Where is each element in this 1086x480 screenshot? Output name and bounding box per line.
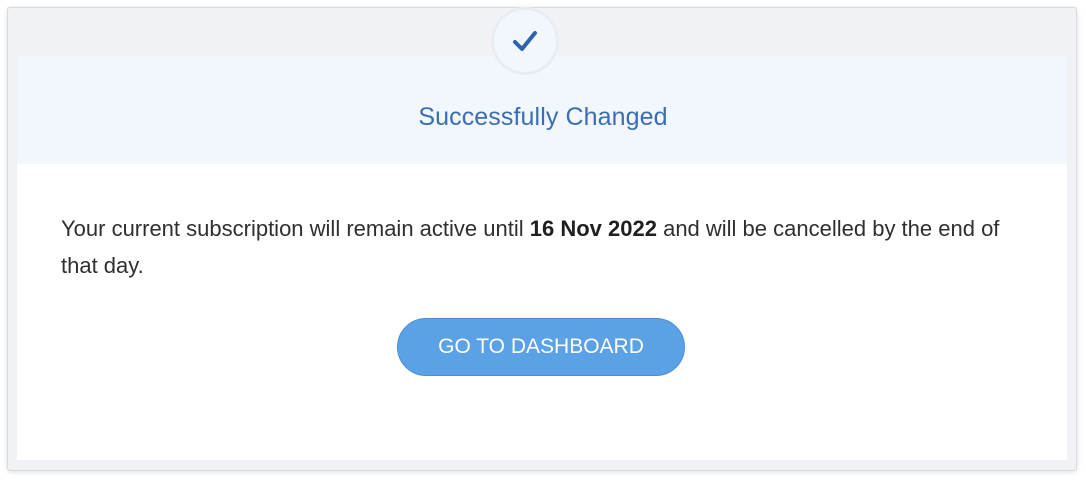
end-date: 16 Nov 2022 [529,216,657,241]
go-to-dashboard-button[interactable]: GO TO DASHBOARD [397,318,685,376]
dialog-title: Successfully Changed [418,103,668,131]
checkmark-icon [513,31,537,51]
success-badge [494,10,556,72]
subscription-message: Your current subscription will remain ac… [61,210,1021,284]
message-text-before: Your current subscription will remain ac… [61,216,524,241]
